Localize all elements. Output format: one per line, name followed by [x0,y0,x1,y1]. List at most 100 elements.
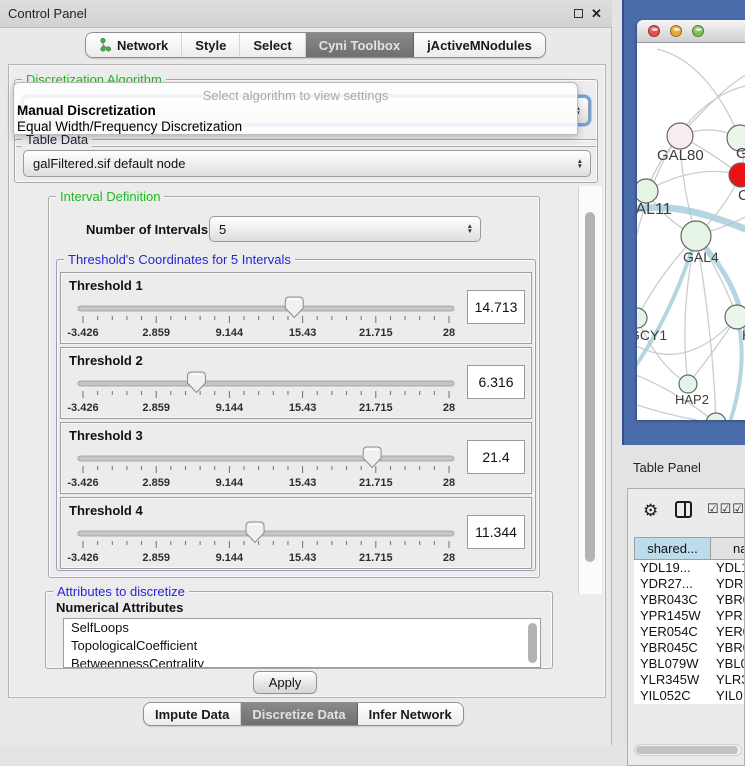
network-node-red-node[interactable] [729,163,745,187]
table-row[interactable]: YBR045CYBR0 [634,640,745,656]
popup-item-1[interactable]: Manual Discretization [17,103,156,118]
vertical-scrollbar[interactable] [578,186,602,594]
network-node-HAP2[interactable] [679,375,697,393]
threshold-4-label: Threshold 4 [69,503,143,518]
cell-name: YLR3 [710,672,745,688]
table-row[interactable]: YBL079WYBL0 [634,656,745,672]
close-icon[interactable]: ✕ [589,6,604,21]
apply-button[interactable]: Apply [253,671,317,694]
attribute-item-1[interactable]: SelfLoops [64,619,540,637]
tab-infer-network[interactable]: Infer Network [358,703,463,725]
numerical-attributes-label: Numerical Attributes [56,600,183,615]
table-row[interactable]: YER054CYER0 [634,624,745,640]
float-window-icon[interactable] [571,6,586,21]
horizontal-scrollbar-thumb[interactable] [636,746,738,754]
gear-icon[interactable]: ⚙ [643,501,658,521]
threshold-2-slider[interactable]: -3.4262.8599.14415.4321.71528 [67,370,465,416]
threshold-2-value-field[interactable]: 6.316 [467,365,525,399]
network-node-bottom-node[interactable] [706,413,726,420]
control-panel-tab-bar: Network Style Select Cyni Toolbox jActiveMNo… [85,32,546,58]
popup-item-2[interactable]: Equal Width/Frequency Discretization [17,119,242,134]
network-edge[interactable] [646,171,741,191]
algorithm-dropdown-popup: Select algorithm to view settings Manual… [13,82,578,135]
table-row[interactable]: YDL19...YDL1 [634,560,745,576]
threshold-3-slider[interactable]: -3.4262.8599.14415.4321.71528 [67,445,465,491]
tab-network[interactable]: Network [86,33,182,57]
tab-label: Discretize Data [252,707,345,722]
threshold-1-panel: Threshold 114.713-3.4262.8599.14415.4321… [60,272,532,344]
svg-text:2.859: 2.859 [142,477,170,489]
network-edge[interactable] [657,49,740,138]
settings-scrollpane: Interval Definition Number of Intervals … [12,186,602,594]
table-row[interactable]: YBR043CYBR0 [634,592,745,608]
svg-text:2.859: 2.859 [142,552,170,564]
table-data-combobox[interactable]: galFiltered.sif default node ▲▼ [23,150,591,177]
attribute-item-2[interactable]: TopologicalCoefficient [64,637,540,655]
number-of-intervals-combobox[interactable]: 5 ▲▼ [209,216,481,242]
network-node-label: C [738,187,745,204]
tab-label: Select [253,38,291,53]
tab-label: Style [195,38,226,53]
horizontal-scrollbar[interactable] [634,744,742,756]
svg-text:2.859: 2.859 [142,402,170,414]
network-node-label: GAL11 [637,201,672,218]
tab-discretize-data[interactable]: Discretize Data [241,703,357,725]
svg-text:9.144: 9.144 [216,477,244,489]
node-table: shared...naYDL19...YDL1YDR27...YDR2YBR04… [634,537,745,704]
threshold-4-panel: Threshold 4 11.344-3.4262.8599.14415.4321… [60,497,532,569]
svg-text:15.43: 15.43 [289,402,317,414]
network-node-GAL4[interactable] [681,221,711,251]
network-canvas[interactable]: GAL80GACGAL11GAL4GCY1HHAP2 [637,43,745,420]
threshold-4-slider[interactable]: -3.4262.8599.14415.4321.71528 [67,520,465,566]
network-thick-edge[interactable] [729,317,742,420]
threshold-1-slider[interactable]: -3.4262.8599.14415.4321.71528 [67,295,465,341]
table-row[interactable]: YLR345WYLR3 [634,672,745,688]
svg-text:2.859: 2.859 [142,327,170,339]
checkbox-icons[interactable]: ☑☑☑ [707,501,745,517]
svg-text:-3.426: -3.426 [67,327,98,339]
mac-zoom-icon[interactable] [692,25,704,37]
network-node-GCY1[interactable] [637,308,647,328]
tab-cyni-toolbox[interactable]: Cyni Toolbox [306,33,414,57]
column-header-name[interactable]: na [711,538,745,559]
attribute-item-3[interactable]: BetweennessCentrality [64,655,540,668]
tab-label: jActiveMNodules [427,38,532,53]
network-node-label: GAL80 [657,147,704,164]
table-row[interactable]: YIL052CYIL0 [634,688,745,704]
threshold-3-label: Threshold 3 [69,428,143,443]
tab-label: Impute Data [155,707,229,722]
tab-jactivemnodules[interactable]: jActiveMNodules [414,33,545,57]
columns-icon[interactable] [675,501,692,518]
mac-minimize-icon[interactable] [670,25,682,37]
cell-shared-name: YDL19... [634,560,710,576]
svg-text:15.43: 15.43 [289,552,317,564]
threshold-4-value-field[interactable]: 11.344 [467,515,525,549]
attributes-label: Attributes to discretize [53,584,189,599]
threshold-3-value-field[interactable]: 21.4 [467,440,525,474]
table-row[interactable]: YDR27...YDR2 [634,576,745,592]
mac-close-icon[interactable] [648,25,660,37]
thresholds-section: Threshold's Coordinates for 5 Intervals … [56,259,536,571]
screen: Control Panel ✕ NetworkStyleSelectCyni T… [0,0,745,745]
tab-label: Infer Network [369,707,452,722]
tab-style[interactable]: Style [182,33,240,57]
svg-text:9.144: 9.144 [216,327,244,339]
attributes-scrollbar-thumb[interactable] [528,623,537,663]
numerical-attributes-list[interactable]: SelfLoopsTopologicalCoefficientBetweenne… [63,618,541,668]
network-node-label: HAP2 [675,392,709,407]
tab-select[interactable]: Select [240,33,305,57]
vertical-scrollbar-thumb[interactable] [585,212,595,562]
attributes-section: Attributes to discretize Numerical Attri… [45,591,553,669]
column-header-shared-name[interactable]: shared... [635,538,711,559]
svg-text:15.43: 15.43 [289,327,317,339]
cell-name: YBR0 [710,640,745,656]
right-region: GAL80GACGAL11GAL4GCY1HHAP2 Table Panel ⚙… [620,0,745,745]
table-panel-box: ⚙ ☑☑☑ shared...naYDL19...YDL1YDR27...YDR… [627,488,745,766]
network-node-GAL80[interactable] [667,123,693,149]
network-node-H-node[interactable] [725,305,745,329]
cell-shared-name: YBR043C [634,592,710,608]
table-row[interactable]: YPR145WYPR1 [634,608,745,624]
threshold-1-value-field[interactable]: 14.713 [467,290,525,324]
network-node-GAL11[interactable] [637,179,658,203]
tab-impute-data[interactable]: Impute Data [144,703,241,725]
